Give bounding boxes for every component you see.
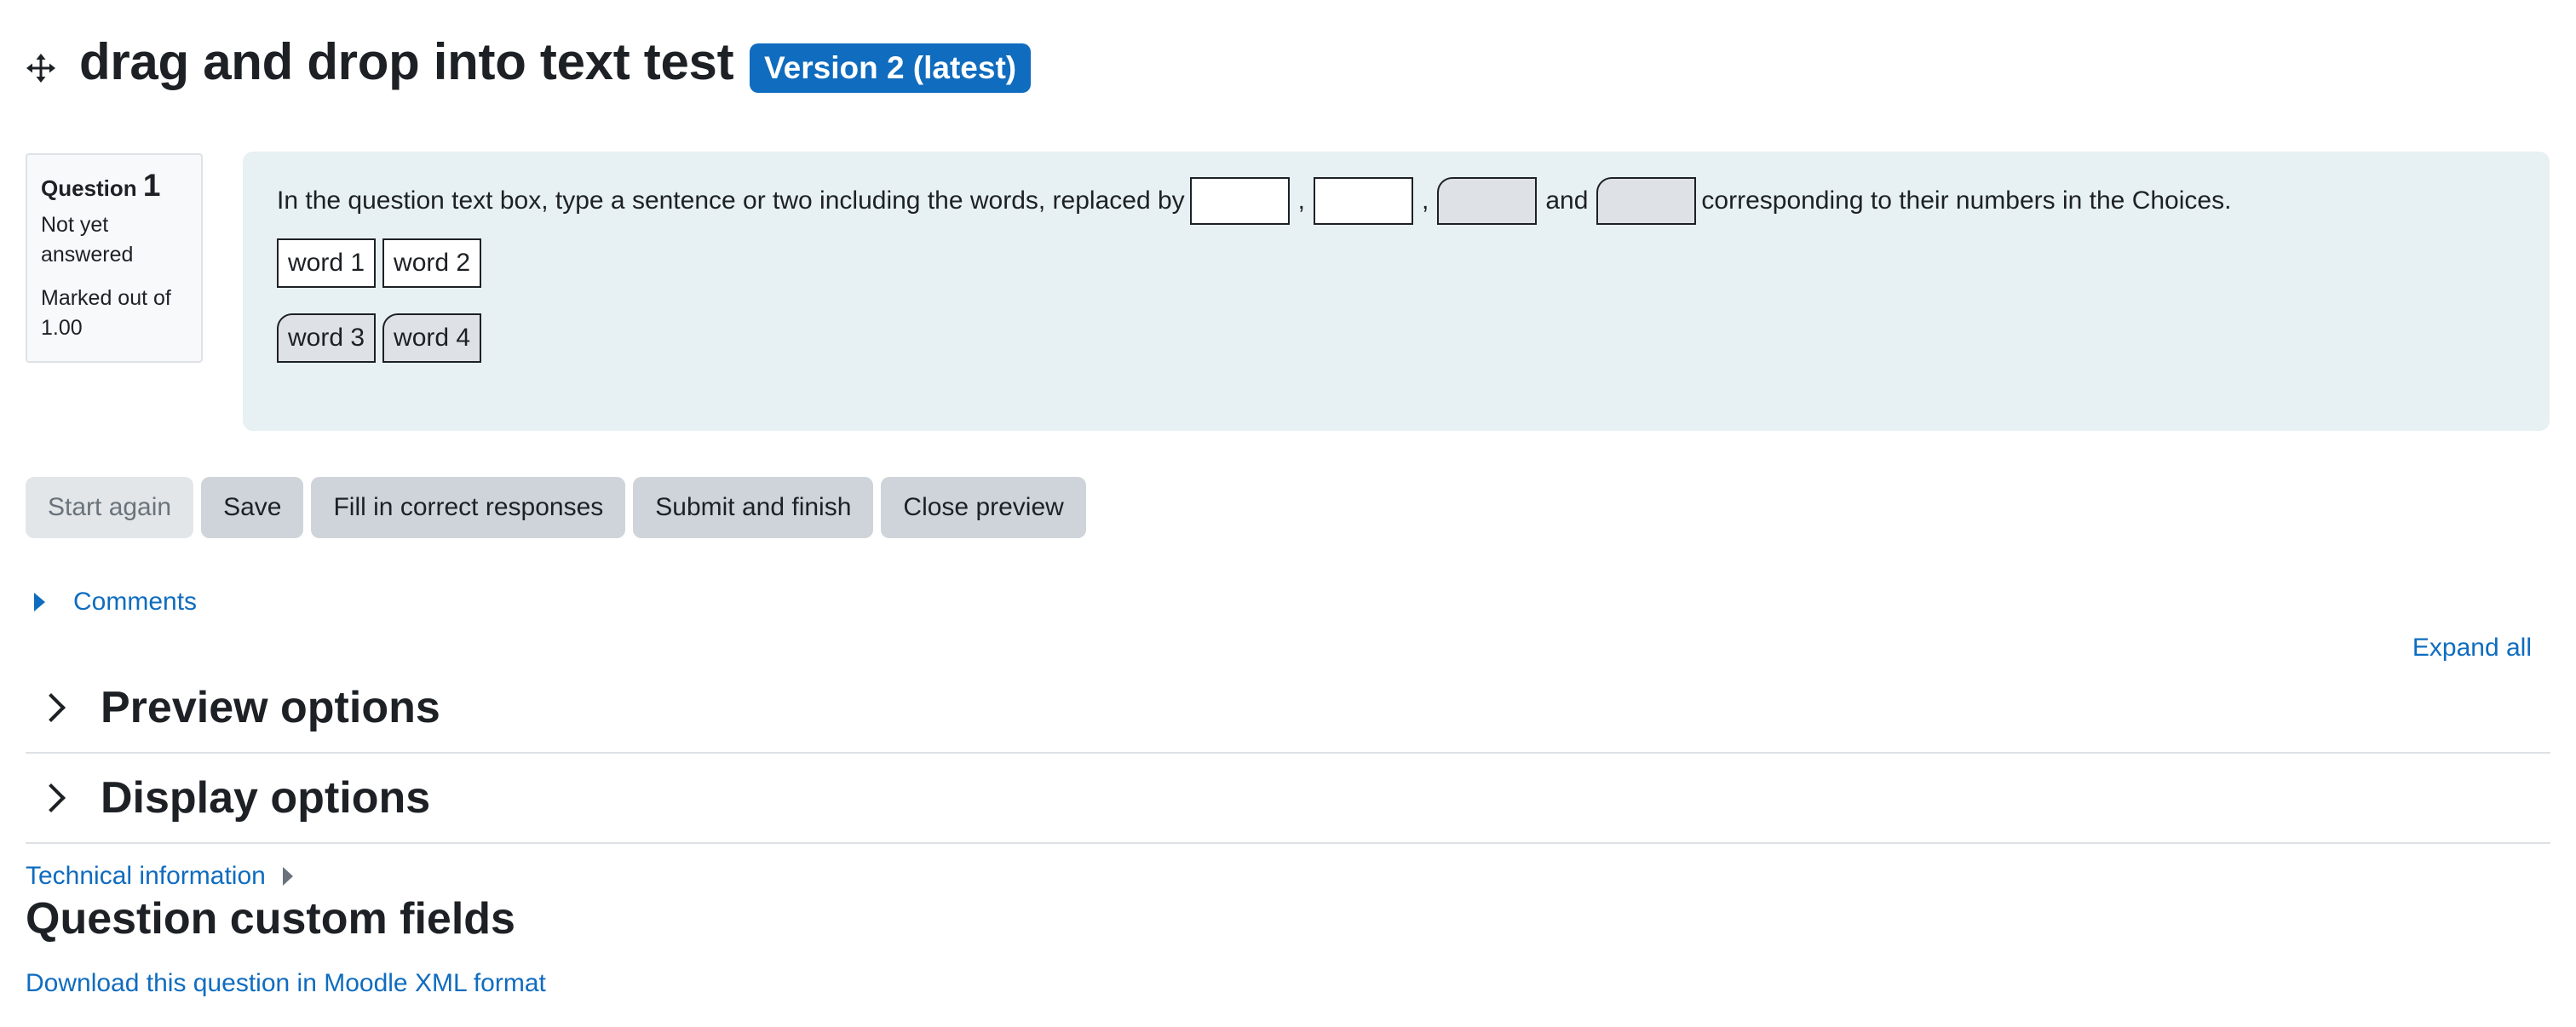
question-text-before: In the question text box, type a sentenc… [277, 186, 1185, 215]
page-title: drag and drop into text test [79, 33, 734, 90]
custom-fields-heading: Question custom fields [26, 894, 515, 944]
separator: and [1545, 186, 1589, 215]
drag-choice[interactable]: word 3 [277, 313, 377, 363]
submit-finish-button[interactable]: Submit and finish [633, 477, 874, 538]
version-badge: Version 2 (latest) [750, 43, 1032, 93]
close-preview-button[interactable]: Close preview [881, 477, 1086, 538]
divider [26, 842, 2550, 844]
choice-group-1: word 1 word 2 [277, 238, 482, 288]
fill-correct-button[interactable]: Fill in correct responses [311, 477, 626, 538]
drag-choice[interactable]: word 4 [382, 313, 482, 363]
download-xml-link[interactable]: Download this question in Moodle XML for… [26, 969, 546, 998]
preview-options-header[interactable]: Preview options [26, 678, 2550, 737]
question-state: Not yet answered [41, 213, 134, 267]
caret-right-icon [282, 867, 293, 886]
display-options-header[interactable]: Display options [26, 768, 2550, 828]
comments-toggle[interactable]: Comments [34, 588, 197, 617]
drag-choice[interactable]: word 2 [382, 238, 482, 288]
start-again-button[interactable]: Start again [26, 477, 194, 538]
separator: , [1297, 186, 1305, 215]
action-buttons: Start again Save Fill in correct respons… [26, 477, 1086, 538]
save-button[interactable]: Save [201, 477, 304, 538]
question-label: Question [41, 175, 137, 201]
question-number-value: 1 [142, 168, 161, 203]
expand-all-link[interactable]: Expand all [2412, 634, 2532, 663]
drop-zone-4[interactable] [1596, 177, 1697, 225]
chevron-right-icon [37, 693, 66, 722]
question-number: Question 1 [41, 168, 187, 204]
comments-link[interactable]: Comments [73, 588, 197, 617]
divider [26, 752, 2550, 754]
move-icon[interactable] [24, 51, 58, 85]
technical-info-link[interactable]: Technical information [26, 862, 266, 891]
drop-zone-1[interactable] [1189, 177, 1290, 225]
choice-group-2: word 3 word 4 [277, 313, 482, 363]
chevron-right-icon [37, 783, 66, 812]
drag-choice[interactable]: word 1 [277, 238, 377, 288]
question-content: In the question text box, type a sentenc… [243, 152, 2550, 431]
question-text-after: corresponding to their numbers in the Ch… [1701, 186, 2232, 215]
question-info-box: Question 1 Not yet answered Marked out o… [26, 153, 203, 363]
caret-right-icon [34, 593, 45, 611]
drop-zone-3[interactable] [1437, 177, 1538, 225]
question-text: In the question text box, type a sentenc… [277, 177, 2231, 225]
question-grade: Marked out of 1.00 [41, 286, 171, 340]
technical-info-toggle[interactable]: Technical information [26, 862, 293, 891]
separator: , [1422, 186, 1429, 215]
drop-zone-2[interactable] [1314, 177, 1413, 225]
preview-options-title: Preview options [101, 683, 440, 732]
display-options-title: Display options [101, 773, 431, 823]
